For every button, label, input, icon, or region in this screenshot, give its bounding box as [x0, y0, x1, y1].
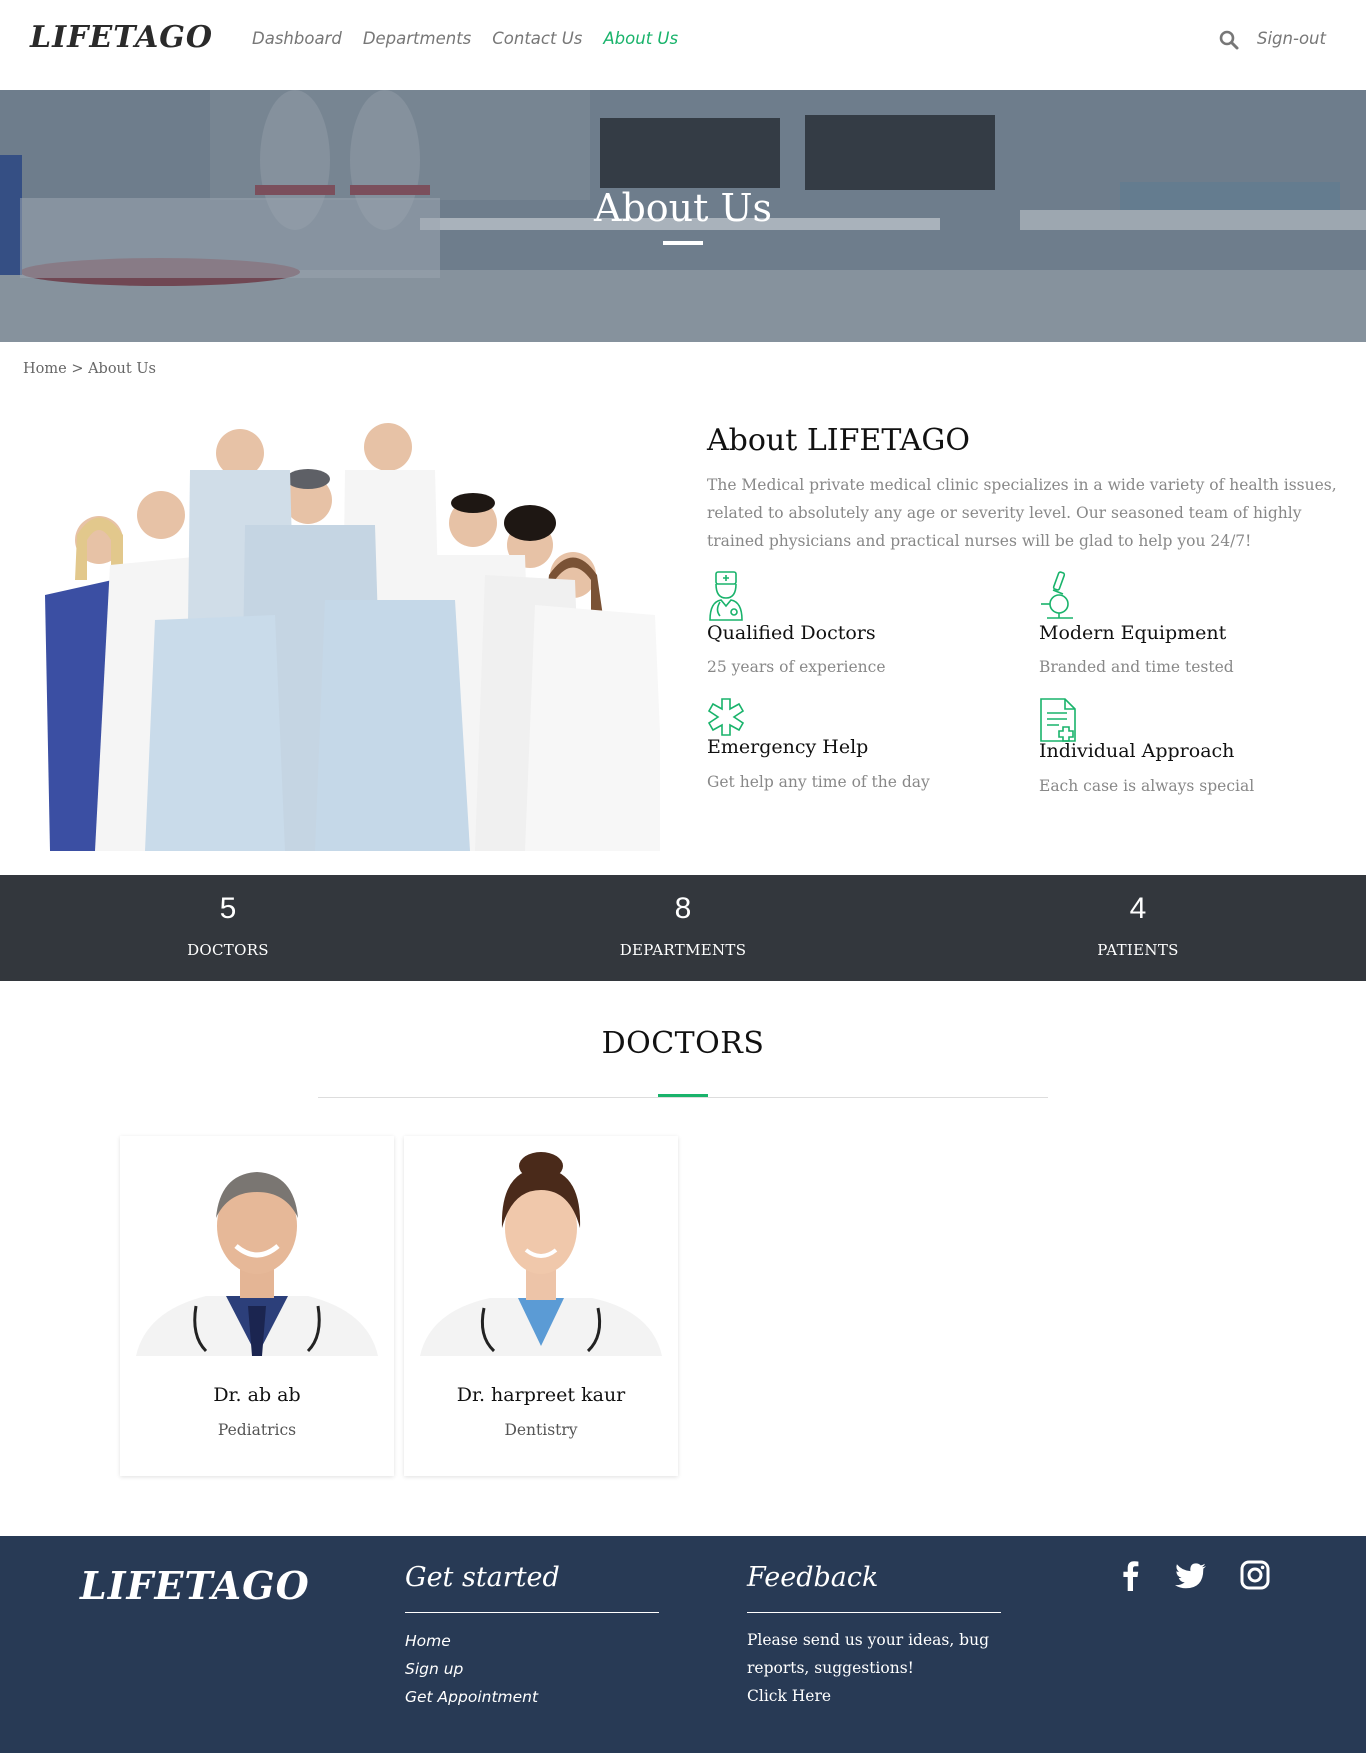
stat-label: DEPARTMENTS: [619, 941, 747, 959]
medical-star-icon: [707, 698, 745, 736]
footer-feedback-link[interactable]: Click Here: [747, 1682, 831, 1710]
doctor-icon: [709, 571, 743, 621]
footer-divider: [747, 1612, 1001, 1613]
feature-title: Modern Equipment: [1039, 622, 1227, 644]
footer-link-sign-up[interactable]: Sign up: [405, 1660, 463, 1678]
nav-link-dashboard[interactable]: Dashboard: [252, 29, 342, 48]
doctor-name: Dr. harpreet kaur: [456, 1384, 626, 1406]
section-divider-accent: [658, 1094, 708, 1097]
doctors-section-title: DOCTORS: [601, 1026, 765, 1061]
doctor-card[interactable]: Dr. ab ab Pediatrics: [120, 1136, 394, 1476]
feature-title: Qualified Doctors: [707, 622, 876, 644]
medical-document-icon: [1040, 698, 1076, 742]
site-logo[interactable]: LIFETAGO: [30, 20, 213, 55]
footer-feedback-text: Please send us your ideas, bug reports, …: [747, 1631, 990, 1677]
stat-label: DOCTORS: [187, 941, 269, 959]
nav-link-about-us[interactable]: About Us: [603, 29, 678, 48]
doctor-department: Pediatrics: [217, 1421, 297, 1439]
about-title: About LIFETAGO: [707, 423, 970, 458]
doctor-photo: [136, 1146, 378, 1356]
footer-feedback-title: Feedback: [747, 1562, 879, 1593]
breadcrumb[interactable]: Home > About Us: [23, 361, 156, 377]
feature-title: Individual Approach: [1039, 740, 1235, 762]
nav-links: Dashboard Departments Contact Us About U…: [252, 29, 699, 48]
stat-value: 5: [219, 892, 237, 925]
medical-team-photo: [15, 405, 660, 851]
doctor-department: Dentistry: [504, 1421, 578, 1439]
signout-link[interactable]: Sign-out: [1257, 29, 1326, 48]
twitter-icon[interactable]: [1174, 1558, 1208, 1592]
stat-label: PATIENTS: [1097, 941, 1179, 959]
nav-link-contact-us[interactable]: Contact Us: [492, 29, 582, 48]
hero-banner: About Us: [0, 90, 1366, 342]
footer: LIFETAGO Get started Home Sign up Get Ap…: [0, 1536, 1366, 1753]
facebook-icon[interactable]: [1114, 1558, 1148, 1592]
feature-subtitle: Branded and time tested: [1039, 658, 1234, 676]
search-icon[interactable]: [1218, 29, 1240, 51]
navbar: LIFETAGO Dashboard Departments Contact U…: [0, 0, 1366, 90]
doctor-photo: [420, 1146, 662, 1356]
feature-subtitle: Get help any time of the day: [707, 773, 930, 791]
footer-link-get-appointment[interactable]: Get Appointment: [405, 1688, 538, 1706]
footer-get-started-title: Get started: [405, 1562, 560, 1593]
feature-subtitle: Each case is always special: [1039, 777, 1255, 795]
stat-value: 4: [1129, 892, 1147, 925]
doctor-name: Dr. ab ab: [213, 1384, 301, 1406]
instagram-icon[interactable]: [1238, 1558, 1272, 1592]
hero-title: About Us: [594, 186, 772, 230]
microscope-icon: [1041, 571, 1073, 619]
section-divider: [318, 1097, 1048, 1098]
nav-link-departments[interactable]: Departments: [363, 29, 471, 48]
footer-divider: [405, 1612, 659, 1613]
footer-logo[interactable]: LIFETAGO: [80, 1563, 310, 1608]
footer-link-home[interactable]: Home: [405, 1632, 451, 1650]
stats-bar: 5 DOCTORS 8 DEPARTMENTS 4 PATIENTS: [0, 875, 1366, 981]
feature-title: Emergency Help: [707, 736, 869, 758]
feature-subtitle: 25 years of experience: [707, 658, 886, 676]
stat-value: 8: [674, 892, 692, 925]
doctor-card[interactable]: Dr. harpreet kaur Dentistry: [404, 1136, 678, 1476]
about-description: The Medical private medical clinic speci…: [707, 476, 1337, 550]
hero-title-underline: [663, 241, 703, 245]
